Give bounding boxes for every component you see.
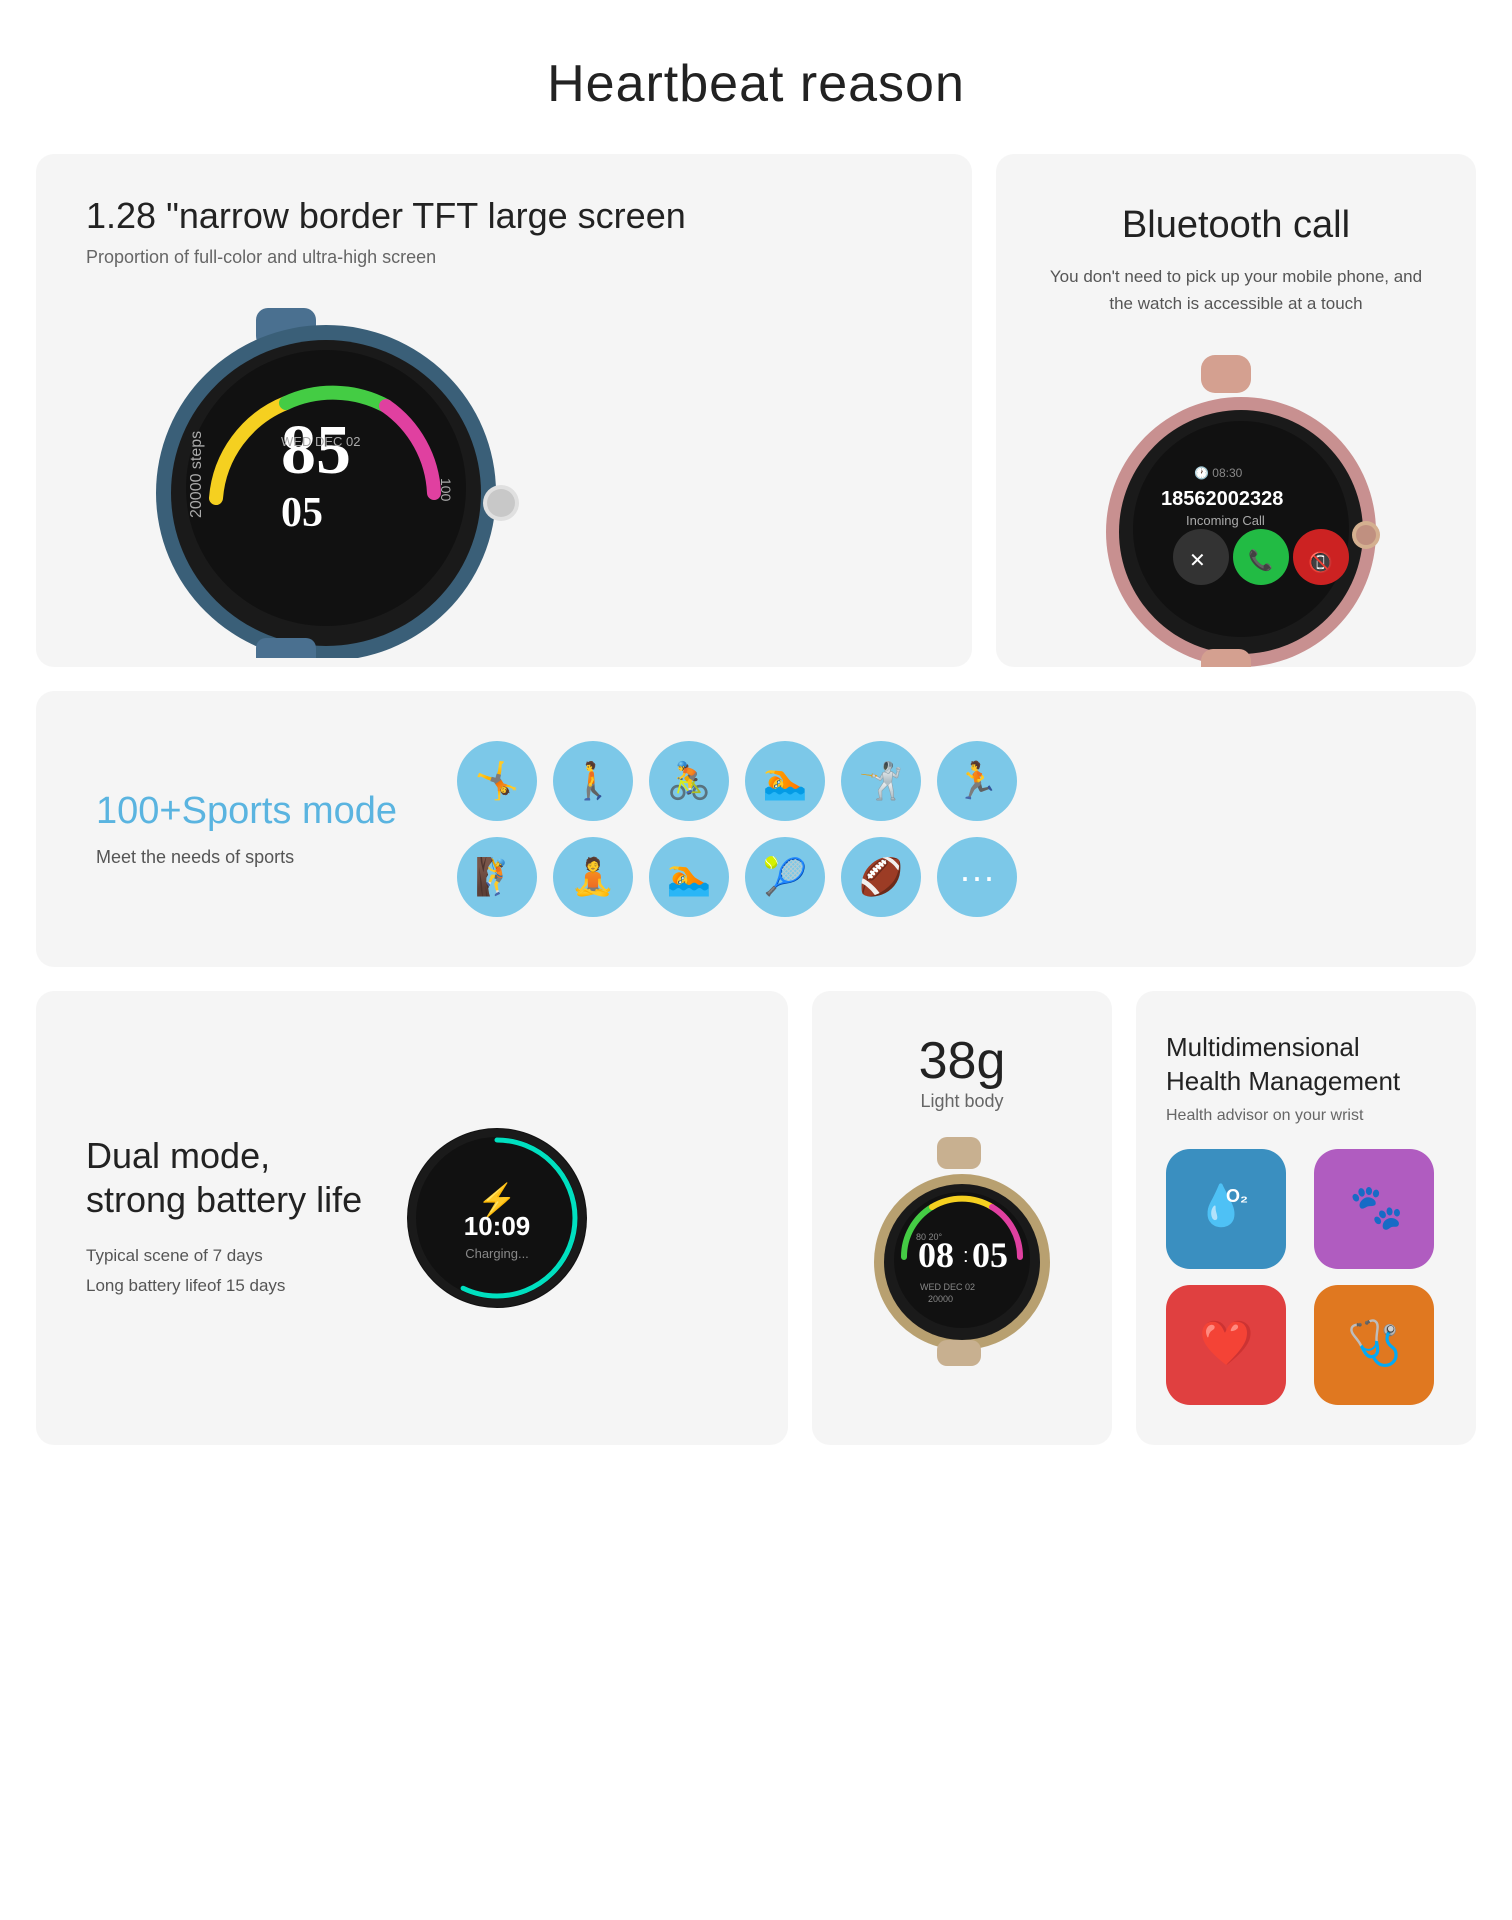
sport-icon-yoga: 🧘 [553,837,633,917]
sport-icon-walk: 🚶 [553,741,633,821]
svg-text:Charging...: Charging... [465,1246,529,1261]
svg-text:10:09: 10:09 [464,1211,531,1241]
bluetooth-heading: Bluetooth call [1122,204,1350,247]
sport-icon-football: 🏈 [841,837,921,917]
health-icon-heart: ❤️ [1166,1285,1286,1405]
svg-text:🐾: 🐾 [1349,1183,1404,1232]
sport-icon-fencing: 🤺 [841,741,921,821]
svg-text:20000: 20000 [928,1294,953,1304]
health-card: MultidimensionalHealth Management Health… [1136,991,1476,1445]
sport-icon-gymnastics: 🤸 [457,741,537,821]
sports-row: 100+Sports mode Meet the needs of sports… [36,691,1476,967]
svg-text:18562002328: 18562002328 [1161,488,1283,510]
svg-text:📞: 📞 [1248,547,1273,572]
svg-text::: : [963,1245,969,1267]
weight-value: 38g [919,1031,1006,1091]
sport-icon-more: ··· [937,837,1017,917]
sport-icon-cycle: 🚴 [649,741,729,821]
sports-body: Meet the needs of sports [96,847,397,868]
battery-line2: Long battery lifeof 15 days [86,1271,362,1302]
svg-text:08: 08 [918,1235,954,1275]
sport-icon-tennis: 🎾 [745,837,825,917]
health-heading: MultidimensionalHealth Management [1166,1031,1446,1099]
weight-label: Light body [920,1091,1003,1112]
svg-text:05: 05 [281,490,323,536]
sport-icon-hike: 🧗 [457,837,537,917]
pink-watch-image: 🕐 08:30 18562002328 Incoming Call ✕ 📞 📵 [1086,347,1386,667]
blue-watch-image: 85 20000 steps 100 WED DEC 02 05 [86,298,566,658]
battery-heading: Dual mode,strong battery life [86,1134,362,1220]
sport-icon-swim: 🏊 [745,741,825,821]
sport-icon-swim2: 🏊 [649,837,729,917]
charging-circle: ⚡ 10:09 Charging... [402,1123,592,1313]
svg-text:O₂: O₂ [1226,1186,1248,1206]
svg-text:❤️: ❤️ [1199,1319,1254,1368]
bottom-row: Dual mode,strong battery life Typical sc… [0,991,1512,1481]
top-row: 1.28 "narrow border TFT large screen Pro… [0,154,1512,691]
sports-heading: 100+Sports mode [96,790,397,833]
health-icons: 💧 O₂ 🐾 ❤️ 🩺 [1166,1149,1446,1405]
health-icon-ai: 🐾 [1314,1149,1434,1269]
svg-text:05: 05 [972,1235,1008,1275]
svg-text:🕐 08:30: 🕐 08:30 [1194,466,1243,480]
sports-card: 100+Sports mode Meet the needs of sports… [36,691,1476,967]
bluetooth-card: Bluetooth call You don't need to pick up… [996,154,1476,667]
page-title: Heartbeat reason [0,0,1512,154]
svg-text:Incoming Call: Incoming Call [1186,513,1265,528]
health-sub: Health advisor on your wrist [1166,1107,1446,1125]
health-icon-bp: 🩺 [1314,1285,1434,1405]
screen-heading: 1.28 "narrow border TFT large screen [86,194,686,237]
health-icon-o2: 💧 O₂ [1166,1149,1286,1269]
sport-icon-run: 🏃 [937,741,1017,821]
bluetooth-body: You don't need to pick up your mobile ph… [1036,263,1436,317]
gold-watch-image: 80 20° 08 05 : WED DEC 02 20000 [862,1132,1062,1352]
sports-text: 100+Sports mode Meet the needs of sports [96,790,397,868]
svg-text:🩺: 🩺 [1347,1318,1402,1368]
svg-text:✕: ✕ [1189,550,1206,572]
sports-icons: 🤸 🚶 🚴 🏊 🤺 🏃 🧗 🧘 🏊 🎾 🏈 ··· [457,741,1416,917]
screen-sub: Proportion of full-color and ultra-high … [86,247,436,268]
battery-line1: Typical scene of 7 days [86,1241,362,1272]
battery-text: Dual mode,strong battery life Typical sc… [86,1134,362,1302]
svg-text:100: 100 [438,478,454,502]
svg-text:85: 85 [281,412,351,489]
svg-text:WED DEC 02: WED DEC 02 [281,434,360,449]
svg-text:20000 steps: 20000 steps [188,431,205,518]
svg-text:📵: 📵 [1308,550,1333,574]
battery-card: Dual mode,strong battery life Typical sc… [36,991,788,1445]
svg-text:WED DEC 02: WED DEC 02 [920,1282,975,1292]
weight-card: 38g Light body 80 20° 08 05 : WED DEC 02… [812,991,1112,1445]
screen-card: 1.28 "narrow border TFT large screen Pro… [36,154,972,667]
